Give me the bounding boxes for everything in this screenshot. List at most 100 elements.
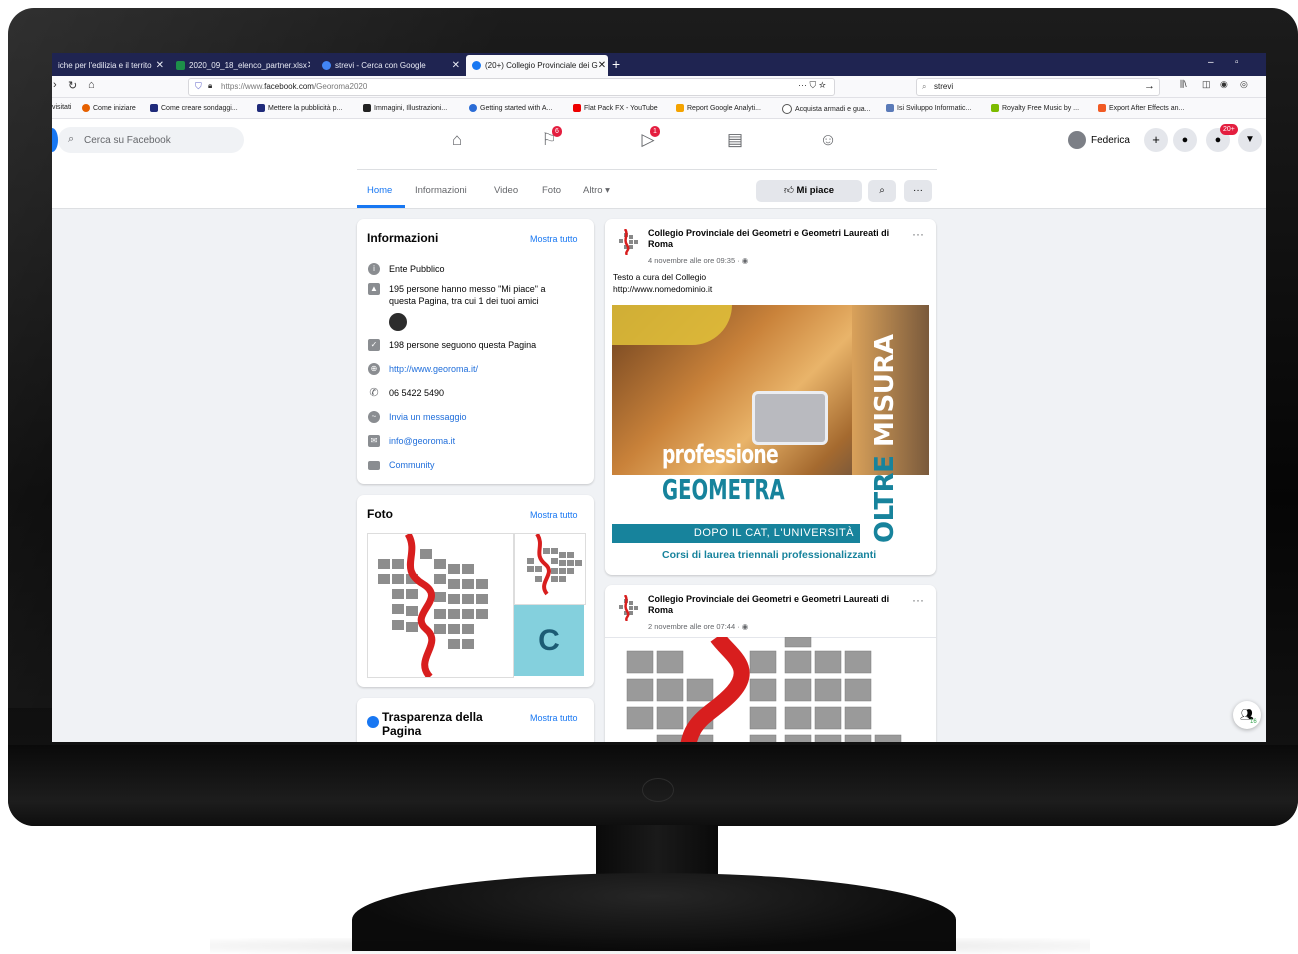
- new-tab-button[interactable]: +: [612, 56, 620, 72]
- page-tabs: Home Informazioni Video Foto Altro ▾ 👍︎ …: [52, 161, 1266, 209]
- photo-thumbnail-letter[interactable]: C: [514, 605, 584, 676]
- bookmark-item[interactable]: Royalty Free Music by ...: [991, 104, 1079, 112]
- bookmark-item[interactable]: Mettere la pubblicità p...: [257, 104, 342, 112]
- forward-icon[interactable]: ›: [53, 79, 57, 91]
- search-icon: ⌕: [68, 133, 75, 145]
- info-row: ✉ info@georoma.it: [368, 435, 455, 447]
- watch-icon[interactable]: ▷ 1: [637, 126, 660, 151]
- restore-icon[interactable]: ▫: [1235, 57, 1239, 68]
- info-see-all-link[interactable]: Mostra tutto: [530, 234, 578, 244]
- address-bar[interactable]: ⛉ 🔒︎ https://www.facebook.com/Georoma202…: [188, 78, 835, 96]
- browser-tab[interactable]: iche per l'edilizia e il territo ✕: [52, 55, 170, 76]
- post-date[interactable]: 2 novembre alle ore 07:44 · ◉: [648, 622, 748, 631]
- home-icon[interactable]: ⌂: [88, 79, 95, 91]
- tab-home[interactable]: Home: [367, 185, 392, 196]
- extension-icon[interactable]: ◉: [1220, 79, 1228, 90]
- close-tab-icon[interactable]: ✕: [156, 60, 164, 71]
- post-options-icon[interactable]: ···: [912, 227, 924, 241]
- bookmark-item[interactable]: Flat Pack FX - YouTube: [573, 104, 658, 112]
- post-image[interactable]: professione GEOMETRA DOPO IL CAT, L'UNIV…: [612, 305, 929, 573]
- page-search-button[interactable]: ⌕: [868, 180, 896, 202]
- tab-foto[interactable]: Foto: [542, 185, 561, 196]
- bookmark-item[interactable]: Getting started with A...: [469, 104, 552, 112]
- post-author[interactable]: Collegio Provinciale dei Geometri e Geom…: [648, 594, 910, 616]
- bookmark-item[interactable]: Export After Effects an...: [1098, 104, 1184, 112]
- tab-informazioni[interactable]: Informazioni: [415, 185, 467, 196]
- website-link[interactable]: http://www.georoma.it/: [389, 363, 478, 375]
- post-author[interactable]: Collegio Provinciale dei Geometri e Geom…: [648, 228, 910, 250]
- search-bar-value: strevi: [934, 82, 954, 91]
- email-icon: ✉: [368, 435, 380, 447]
- post-link[interactable]: http://www.nomedominio.it: [613, 284, 712, 294]
- info-card-title: Informazioni: [367, 231, 439, 245]
- photo-see-all-link[interactable]: Mostra tutto: [530, 510, 578, 520]
- post-date[interactable]: 4 novembre alle ore 09:35 · ◉: [648, 256, 748, 265]
- like-page-button[interactable]: 👍︎ Mi piace: [756, 180, 862, 202]
- info-row: i Ente Pubblico: [368, 263, 445, 275]
- account-icon[interactable]: ◎: [1240, 79, 1248, 90]
- go-arrow-icon[interactable]: →: [1144, 80, 1155, 92]
- browser-tab-bar: iche per l'edilizia e il territo ✕ 2020_…: [52, 53, 1266, 76]
- more-button[interactable]: ···: [904, 180, 932, 202]
- home-icon[interactable]: ⌂: [446, 129, 468, 151]
- profile-chip[interactable]: Federica: [1068, 128, 1130, 152]
- search-bar[interactable]: ⌕ strevi →: [916, 78, 1160, 96]
- marketplace-icon[interactable]: ▤: [724, 129, 746, 151]
- transparency-see-all-link[interactable]: Mostra tutto: [530, 713, 578, 723]
- promo-vertical-title: OLTRE MISURA: [870, 334, 900, 543]
- close-tab-icon[interactable]: ✕: [307, 60, 310, 71]
- browser-tab[interactable]: 2020_09_18_elenco_partner.xlsx ✕: [170, 55, 310, 76]
- close-tab-icon[interactable]: ✕: [452, 60, 460, 71]
- post-card: Collegio Provinciale dei Geometri e Geom…: [605, 585, 936, 742]
- facebook-search-input[interactable]: ⌕ Cerca su Facebook: [58, 127, 244, 153]
- bookmark-item[interactable]: Report Google Analyti...: [676, 104, 761, 112]
- send-message-link[interactable]: Invia un messaggio: [389, 411, 467, 423]
- tab-label: 2020_09_18_elenco_partner.xlsx: [189, 61, 307, 70]
- tab-label: strevi - Cerca con Google: [335, 61, 426, 70]
- minimize-icon[interactable]: –: [1208, 57, 1214, 68]
- sidebar-icon[interactable]: ◫: [1202, 79, 1211, 90]
- sheet-icon: [176, 61, 185, 70]
- library-icon[interactable]: ⫼\: [1180, 79, 1187, 90]
- bookmark-item[interactable]: Come creare sondaggi...: [150, 104, 238, 112]
- info-row: ⊕ http://www.georoma.it/: [368, 363, 478, 375]
- photo-thumbnail-map[interactable]: [367, 533, 514, 678]
- reload-icon[interactable]: ↻: [68, 79, 77, 92]
- bookmark-item[interactable]: Isi Sviluppo Informatic...: [886, 104, 971, 112]
- pages-flag-icon[interactable]: ⚐ 6: [538, 126, 562, 151]
- info-icon: i: [368, 263, 380, 275]
- search-icon: ⌕: [922, 82, 927, 91]
- friend-avatar[interactable]: [389, 313, 407, 331]
- bookmark-item[interactable]: Come iniziare: [82, 104, 136, 112]
- create-icon[interactable]: +: [1144, 128, 1168, 152]
- notifications-bell-icon[interactable]: ● 20+: [1206, 124, 1238, 152]
- tab-label: (20+) Collegio Provinciale dei G: [485, 61, 598, 70]
- post-options-icon[interactable]: ···: [912, 593, 924, 607]
- bookmark-item[interactable]: visitati: [52, 104, 71, 111]
- info-row: ✆ 06 5422 5490: [369, 387, 445, 399]
- photo-thumbnail-map-small[interactable]: [514, 533, 586, 605]
- browser-tab[interactable]: strevi - Cerca con Google ✕: [316, 55, 466, 76]
- info-row: ✓ 198 persone seguono questa Pagina: [368, 339, 536, 351]
- community-link[interactable]: Community: [389, 459, 435, 471]
- bookmark-item[interactable]: Acquista armadi e gua...: [782, 104, 871, 114]
- transparency-title: Trasparenza della Pagina: [382, 710, 483, 738]
- close-tab-icon[interactable]: ✕: [598, 60, 606, 71]
- account-menu-icon[interactable]: ▼: [1238, 128, 1262, 152]
- watch-badge: 1: [650, 126, 660, 137]
- screen: iche per l'edilizia e il territo ✕ 2020_…: [52, 53, 1266, 742]
- collegio-logo-icon: [619, 229, 638, 255]
- email-link[interactable]: info@georoma.it: [389, 435, 455, 447]
- tab-altro[interactable]: Altro ▾: [583, 185, 610, 196]
- page-actions-icon[interactable]: ··· ⛉ ☆: [798, 80, 826, 91]
- messenger-icon[interactable]: ●: [1173, 128, 1197, 152]
- post-map-image[interactable]: [605, 637, 936, 742]
- browser-tab-active[interactable]: (20+) Collegio Provinciale dei G ✕: [466, 55, 608, 76]
- user-name: Federica: [1091, 134, 1130, 146]
- contacts-people-icon[interactable]: 👥︎ 16: [1233, 701, 1261, 729]
- groups-icon[interactable]: ☺: [817, 129, 839, 151]
- tab-video[interactable]: Video: [494, 185, 518, 196]
- bookmark-item[interactable]: Immagini, Illustrazioni...: [363, 104, 447, 112]
- divider: [357, 169, 937, 170]
- folder-icon: [368, 461, 380, 470]
